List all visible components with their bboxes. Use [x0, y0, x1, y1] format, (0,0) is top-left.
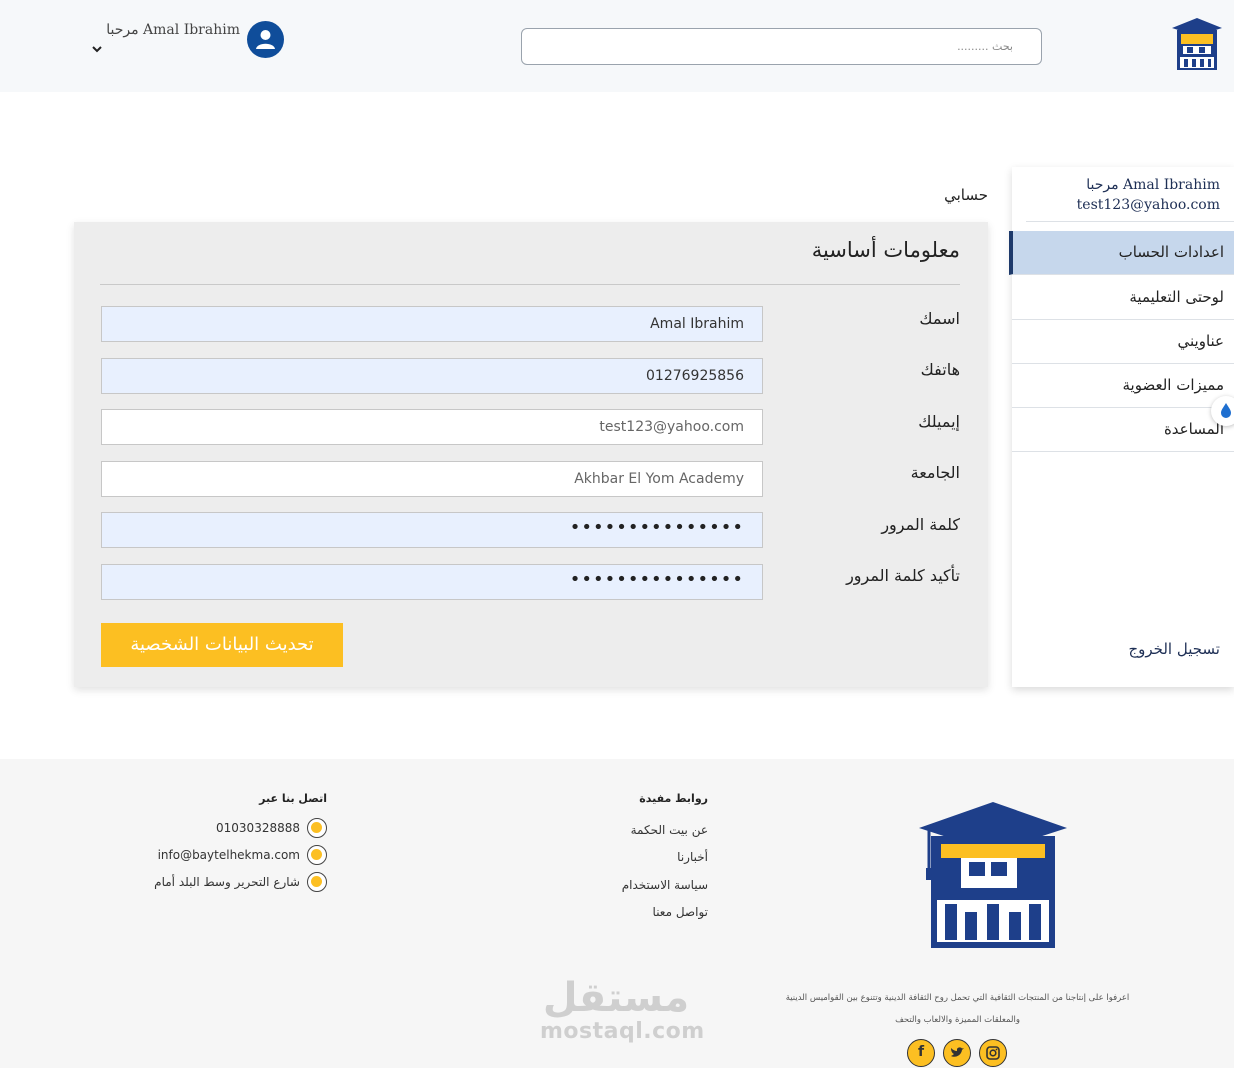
user-greeting: مرحبا Amal Ibrahim — [106, 22, 240, 38]
panel-divider — [100, 284, 960, 285]
useful-links-heading: روابط مفيدة — [639, 792, 708, 805]
password-field[interactable]: ••••••••••••••• — [101, 512, 763, 548]
facebook-icon[interactable]: f — [907, 1039, 935, 1067]
name-label: اسمك — [919, 309, 960, 328]
basic-info-panel — [74, 222, 988, 687]
user-avatar-icon[interactable] — [247, 21, 284, 58]
search-input[interactable] — [521, 28, 1042, 65]
twitter-icon[interactable] — [943, 1039, 971, 1067]
update-profile-button[interactable]: تحديث البيانات الشخصية — [101, 623, 343, 667]
footer-logo[interactable] — [917, 800, 1069, 950]
sidebar-item-account-settings[interactable]: اعدادات الحساب — [1009, 231, 1234, 275]
university-field[interactable]: Akhbar El Yom Academy — [101, 461, 763, 497]
contact-heading: اتصل بنا عبر — [259, 792, 327, 805]
sidebar-divider — [1026, 221, 1234, 222]
watermark-arabic: مستقل — [542, 975, 690, 1021]
confirm-password-label: تأكيد كلمة المرور — [846, 566, 960, 585]
sidebar-item-help[interactable]: المساعدة — [1012, 408, 1234, 452]
mostaql-watermark: مستقل mostaql.com — [540, 975, 705, 1044]
email-label: إيميلك — [918, 412, 960, 431]
location-pin-icon — [307, 872, 327, 892]
phone-icon — [307, 818, 327, 838]
footer-tagline-line-2: والمعلقات المميزة والالعاب والتحف — [895, 1015, 1020, 1025]
site-logo[interactable] — [1170, 16, 1224, 72]
instagram-icon[interactable] — [979, 1039, 1007, 1067]
university-label: الجامعة — [910, 463, 960, 482]
phone-label: هاتفك — [920, 360, 960, 379]
sidebar-item-dashboard[interactable]: لوحتى التعليمية — [1012, 276, 1234, 320]
footer-link-about[interactable]: عن بيت الحكمة — [580, 823, 708, 837]
sidebar-item-membership[interactable]: مميزات العضوية — [1012, 364, 1234, 408]
password-label: كلمة المرور — [881, 515, 960, 534]
footer-link-news[interactable]: أخبارنا — [580, 850, 708, 864]
sidebar-user-email: test123@yahoo.com — [1076, 197, 1220, 213]
sidebar-item-addresses[interactable]: عناويني — [1012, 320, 1234, 364]
phone-field[interactable]: 01276925856 — [101, 358, 763, 394]
panel-title: معلومات أساسية — [811, 238, 960, 262]
contact-address: شارع التحرير وسط البلد أمام — [154, 875, 300, 889]
mail-icon — [307, 845, 327, 865]
contact-email[interactable]: info@baytelhekma.com — [110, 848, 300, 862]
page-title: حسابي — [944, 186, 988, 204]
footer-tagline-line-1: اعرفوا على إنتاجنا من المنتجات الثقافية … — [785, 993, 1130, 1003]
droplet-icon[interactable] — [1211, 396, 1234, 426]
name-field[interactable]: Amal Ibrahim — [101, 306, 763, 342]
footer-link-contact[interactable]: تواصل معنا — [580, 905, 708, 919]
logout-link[interactable]: تسجيل الخروج — [1060, 640, 1220, 658]
watermark-latin: mostaql.com — [540, 1019, 705, 1044]
confirm-password-field[interactable]: ••••••••••••••• — [101, 564, 763, 600]
footer-link-terms[interactable]: سياسة الاستخدام — [580, 878, 708, 892]
chevron-down-icon[interactable] — [90, 40, 104, 53]
contact-phone[interactable]: 01030328888 — [140, 821, 300, 835]
sidebar-user-name: مرحبا Amal Ibrahim — [1086, 177, 1220, 193]
email-field[interactable]: test123@yahoo.com — [101, 409, 763, 445]
